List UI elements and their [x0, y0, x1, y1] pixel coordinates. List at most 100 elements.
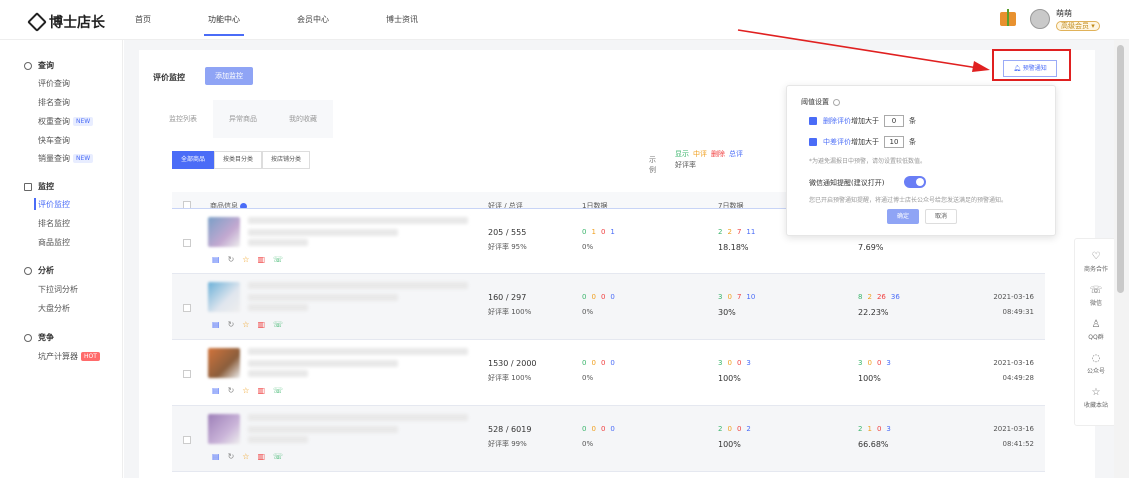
delete-icon[interactable]: ▥ [257, 320, 265, 329]
wechat-icon[interactable]: ☏ [273, 320, 283, 329]
star-icon[interactable]: ☆ [242, 255, 249, 264]
row-checkbox[interactable] [183, 436, 191, 444]
confirm-button[interactable]: 确定 [887, 209, 919, 224]
table-row[interactable]: ▤ ↻ ☆ ▥ ☏ 1530 / 2000 好评率 100% 0000 0% 3… [172, 340, 1045, 406]
table-row[interactable]: ▤ ↻ ☆ ▥ ☏ 160 / 297 好评率 100% 0000 0% 307… [172, 274, 1045, 340]
wechat-note: 您已开启预警通知提醒，将通过博士店长公众号给您发送满足的预警通知。 [809, 197, 1008, 204]
tab-favorites[interactable]: 我的收藏 [273, 100, 333, 138]
tab-monitor-list[interactable]: 监控列表 [153, 100, 213, 138]
day1-cell: 0000 0% [582, 359, 615, 382]
product-title-blurred [248, 370, 308, 377]
delete-icon[interactable]: ▥ [257, 255, 265, 264]
detail-icon[interactable]: ▤ [212, 255, 220, 264]
delete-checkbox[interactable] [809, 117, 817, 125]
sidebar-item-calculator[interactable]: 坑产计算器 HOT [38, 351, 100, 362]
refresh-icon[interactable]: ↻ [228, 255, 235, 264]
nav-news[interactable]: 博士资讯 [386, 0, 418, 40]
sidebar-item-express-query[interactable]: 快车查询 [38, 135, 70, 146]
detail-icon[interactable]: ▤ [212, 386, 220, 395]
detail-icon[interactable]: ▤ [212, 452, 220, 461]
hot-badge: HOT [81, 352, 100, 361]
negative-checkbox[interactable] [809, 138, 817, 146]
sidebar-item-review-query[interactable]: 评价查询 [38, 78, 70, 89]
sidebar-section-compete[interactable]: 竞争 [24, 332, 54, 343]
float-official[interactable]: ◌ 公众号 [1075, 353, 1117, 375]
sidebar-item-weight-query[interactable]: 权重查询 NEW [38, 116, 94, 127]
sidebar-section-analysis[interactable]: 分析 [24, 265, 54, 276]
sidebar: 查询 评价查询 排名查询 权重查询 NEW 快车查询 销量查询 NEW 监控 评价监… [0, 40, 123, 478]
day30-cell: 2103 66.68% [858, 425, 891, 449]
refresh-icon[interactable]: ↻ [228, 386, 235, 395]
tab-abnormal[interactable]: 异常商品 [213, 100, 273, 138]
sidebar-item-rank-query[interactable]: 排名查询 [38, 97, 70, 108]
float-business[interactable]: ♡ 商务合作 [1075, 251, 1117, 273]
refresh-icon[interactable]: ↻ [228, 452, 235, 461]
product-title-blurred [248, 348, 468, 355]
filter-group: 全部商品 按类目分类 按店铺分类 [172, 151, 311, 169]
negative-threshold-input[interactable]: 10 [884, 136, 904, 148]
sidebar-item-dropdown-analysis[interactable]: 下拉词分析 [38, 284, 78, 295]
time-cell: 2021-03-16 08:49:31 [993, 293, 1034, 316]
float-qq[interactable]: ♙ QQ群 [1075, 319, 1117, 341]
wechat-icon[interactable]: ☏ [273, 452, 283, 461]
logo[interactable]: 博士店长 [27, 12, 105, 32]
gift-icon[interactable] [1000, 9, 1016, 26]
ratio-cell: 1530 / 2000 好评率 100% [488, 359, 537, 382]
delete-icon[interactable]: ▥ [257, 452, 265, 461]
wechat-icon[interactable]: ☏ [273, 386, 283, 395]
filter-category[interactable]: 按类目分类 [214, 151, 263, 169]
product-title-blurred [248, 304, 308, 311]
user-name[interactable]: 萌萌 [1056, 8, 1072, 19]
sidebar-item-rank-monitor[interactable]: 排名监控 [38, 218, 70, 229]
filter-shop[interactable]: 按店铺分类 [262, 151, 311, 169]
product-thumbnail[interactable] [208, 282, 240, 312]
product-title-blurred [248, 426, 398, 433]
row-checkbox[interactable] [183, 239, 191, 247]
table-row[interactable]: ▤ ↻ ☆ ▥ ☏ 528 / 6019 好评率 99% 0000 0% 200… [172, 406, 1045, 472]
sidebar-item-review-monitor[interactable]: 评价监控 [38, 199, 70, 210]
refresh-icon[interactable]: ↻ [228, 320, 235, 329]
float-bookmark[interactable]: ☆ 收藏本站 [1075, 387, 1117, 409]
sidebar-section-monitor[interactable]: 监控 [24, 181, 54, 192]
sidebar-item-market-analysis[interactable]: 大盘分析 [38, 303, 70, 314]
add-monitor-button[interactable]: 添加监控 [205, 67, 253, 85]
row-checkbox[interactable] [183, 304, 191, 312]
product-thumbnail[interactable] [208, 217, 240, 247]
sidebar-item-product-monitor[interactable]: 商品监控 [38, 237, 70, 248]
scrollbar-thumb[interactable] [1117, 45, 1124, 293]
ratio-cell: 528 / 6019 好评率 99% [488, 425, 532, 448]
star-icon[interactable]: ☆ [242, 386, 249, 395]
filter-all[interactable]: 全部商品 [172, 151, 215, 169]
time-cell: 2021-03-16 04:49:28 [993, 359, 1034, 382]
sidebar-section-query[interactable]: 查询 [24, 60, 54, 71]
star-icon[interactable]: ☆ [242, 452, 249, 461]
product-title-blurred [248, 217, 468, 224]
member-badge[interactable]: 高级会员 ▾ [1056, 21, 1100, 31]
product-thumbnail[interactable] [208, 414, 240, 444]
wechat-icon[interactable]: ☏ [273, 255, 283, 264]
nav-features[interactable]: 功能中心 [204, 0, 244, 40]
delete-threshold-input[interactable]: 0 [884, 115, 904, 127]
nav-members[interactable]: 会员中心 [297, 0, 329, 40]
row-checkbox[interactable] [183, 370, 191, 378]
day1-cell: 0000 0% [582, 293, 615, 316]
scrollbar[interactable] [1114, 40, 1129, 478]
row-actions: ▤ ↻ ☆ ▥ ☏ [212, 255, 283, 264]
clock-icon [24, 266, 32, 275]
avatar[interactable] [1030, 9, 1050, 29]
product-title-blurred [248, 239, 308, 246]
help-icon[interactable] [833, 98, 840, 106]
product-title-blurred [248, 414, 468, 421]
threshold-note: *为避免漏报日中预警，请勿设置较低数值。 [809, 158, 927, 165]
detail-icon[interactable]: ▤ [212, 320, 220, 329]
wechat-toggle[interactable] [904, 176, 926, 188]
cancel-button[interactable]: 取消 [925, 209, 957, 224]
nav-home[interactable]: 首页 [135, 0, 151, 40]
top-bar: 博士店长 首页 功能中心 会员中心 博士资讯 萌萌 高级会员 ▾ [0, 0, 1129, 40]
sidebar-item-sales-query[interactable]: 销量查询 NEW [38, 153, 94, 164]
product-thumbnail[interactable] [208, 348, 240, 378]
float-wechat[interactable]: ☏ 微信 [1075, 285, 1117, 307]
day1-cell: 0000 0% [582, 425, 615, 448]
star-icon[interactable]: ☆ [242, 320, 249, 329]
delete-icon[interactable]: ▥ [257, 386, 265, 395]
